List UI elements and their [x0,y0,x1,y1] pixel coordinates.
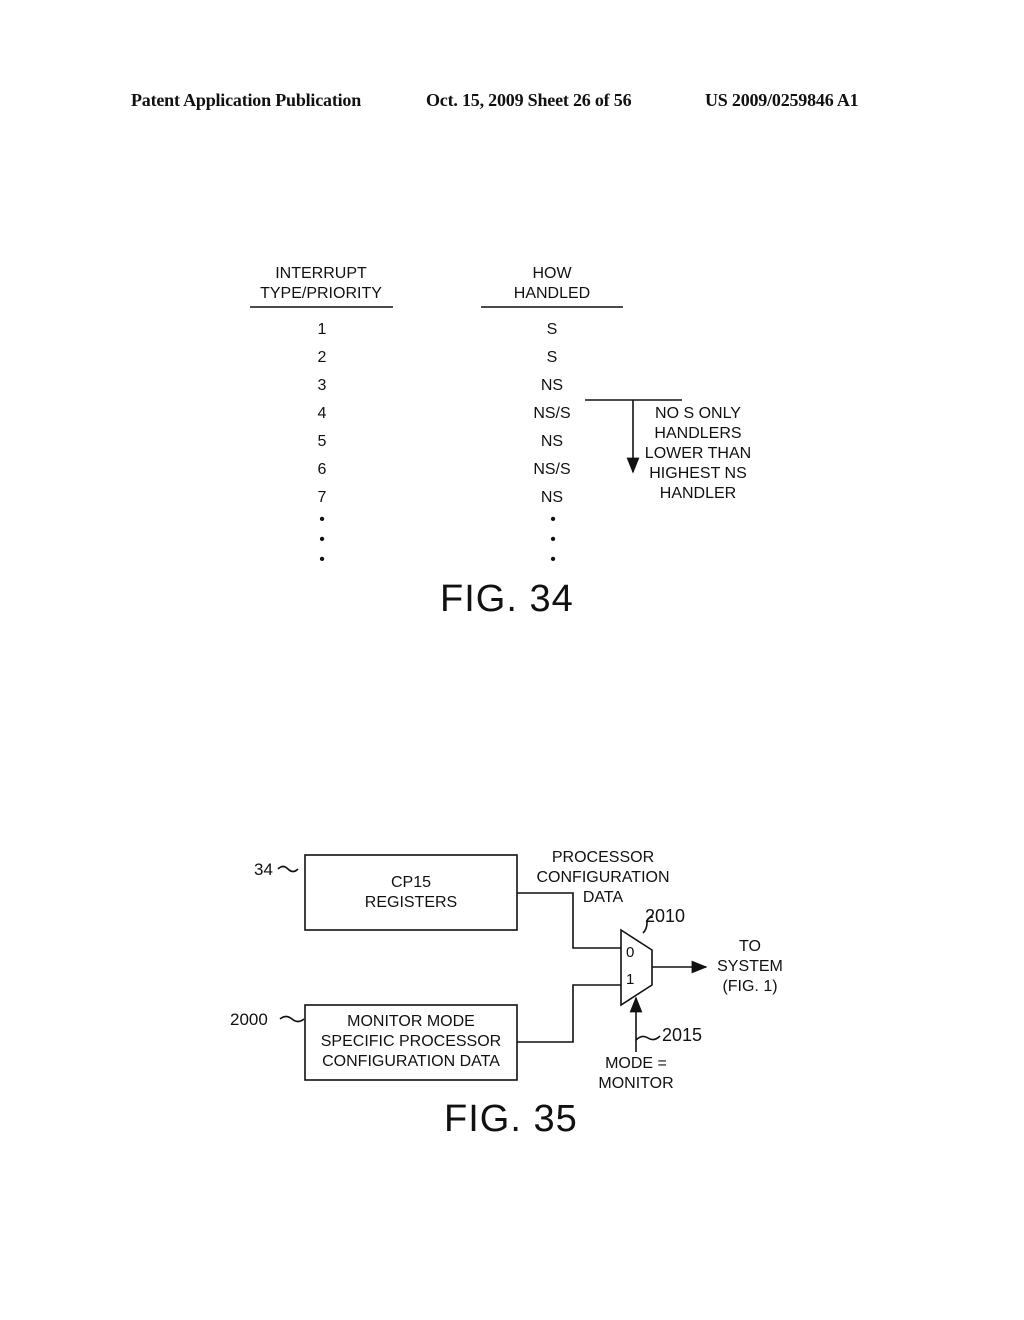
leader-2015 [635,1035,661,1041]
leader-34 [277,865,299,873]
wire-monitor-to-mux [517,984,621,1043]
multiplexer [620,928,653,1007]
cp15-registers-box [304,854,518,931]
leader-2010 [642,916,654,934]
monitor-config-box [304,1004,518,1081]
leader-2000 [279,1015,305,1023]
wire-cp15-to-mux [517,892,621,949]
diagram-lines [250,306,708,1081]
